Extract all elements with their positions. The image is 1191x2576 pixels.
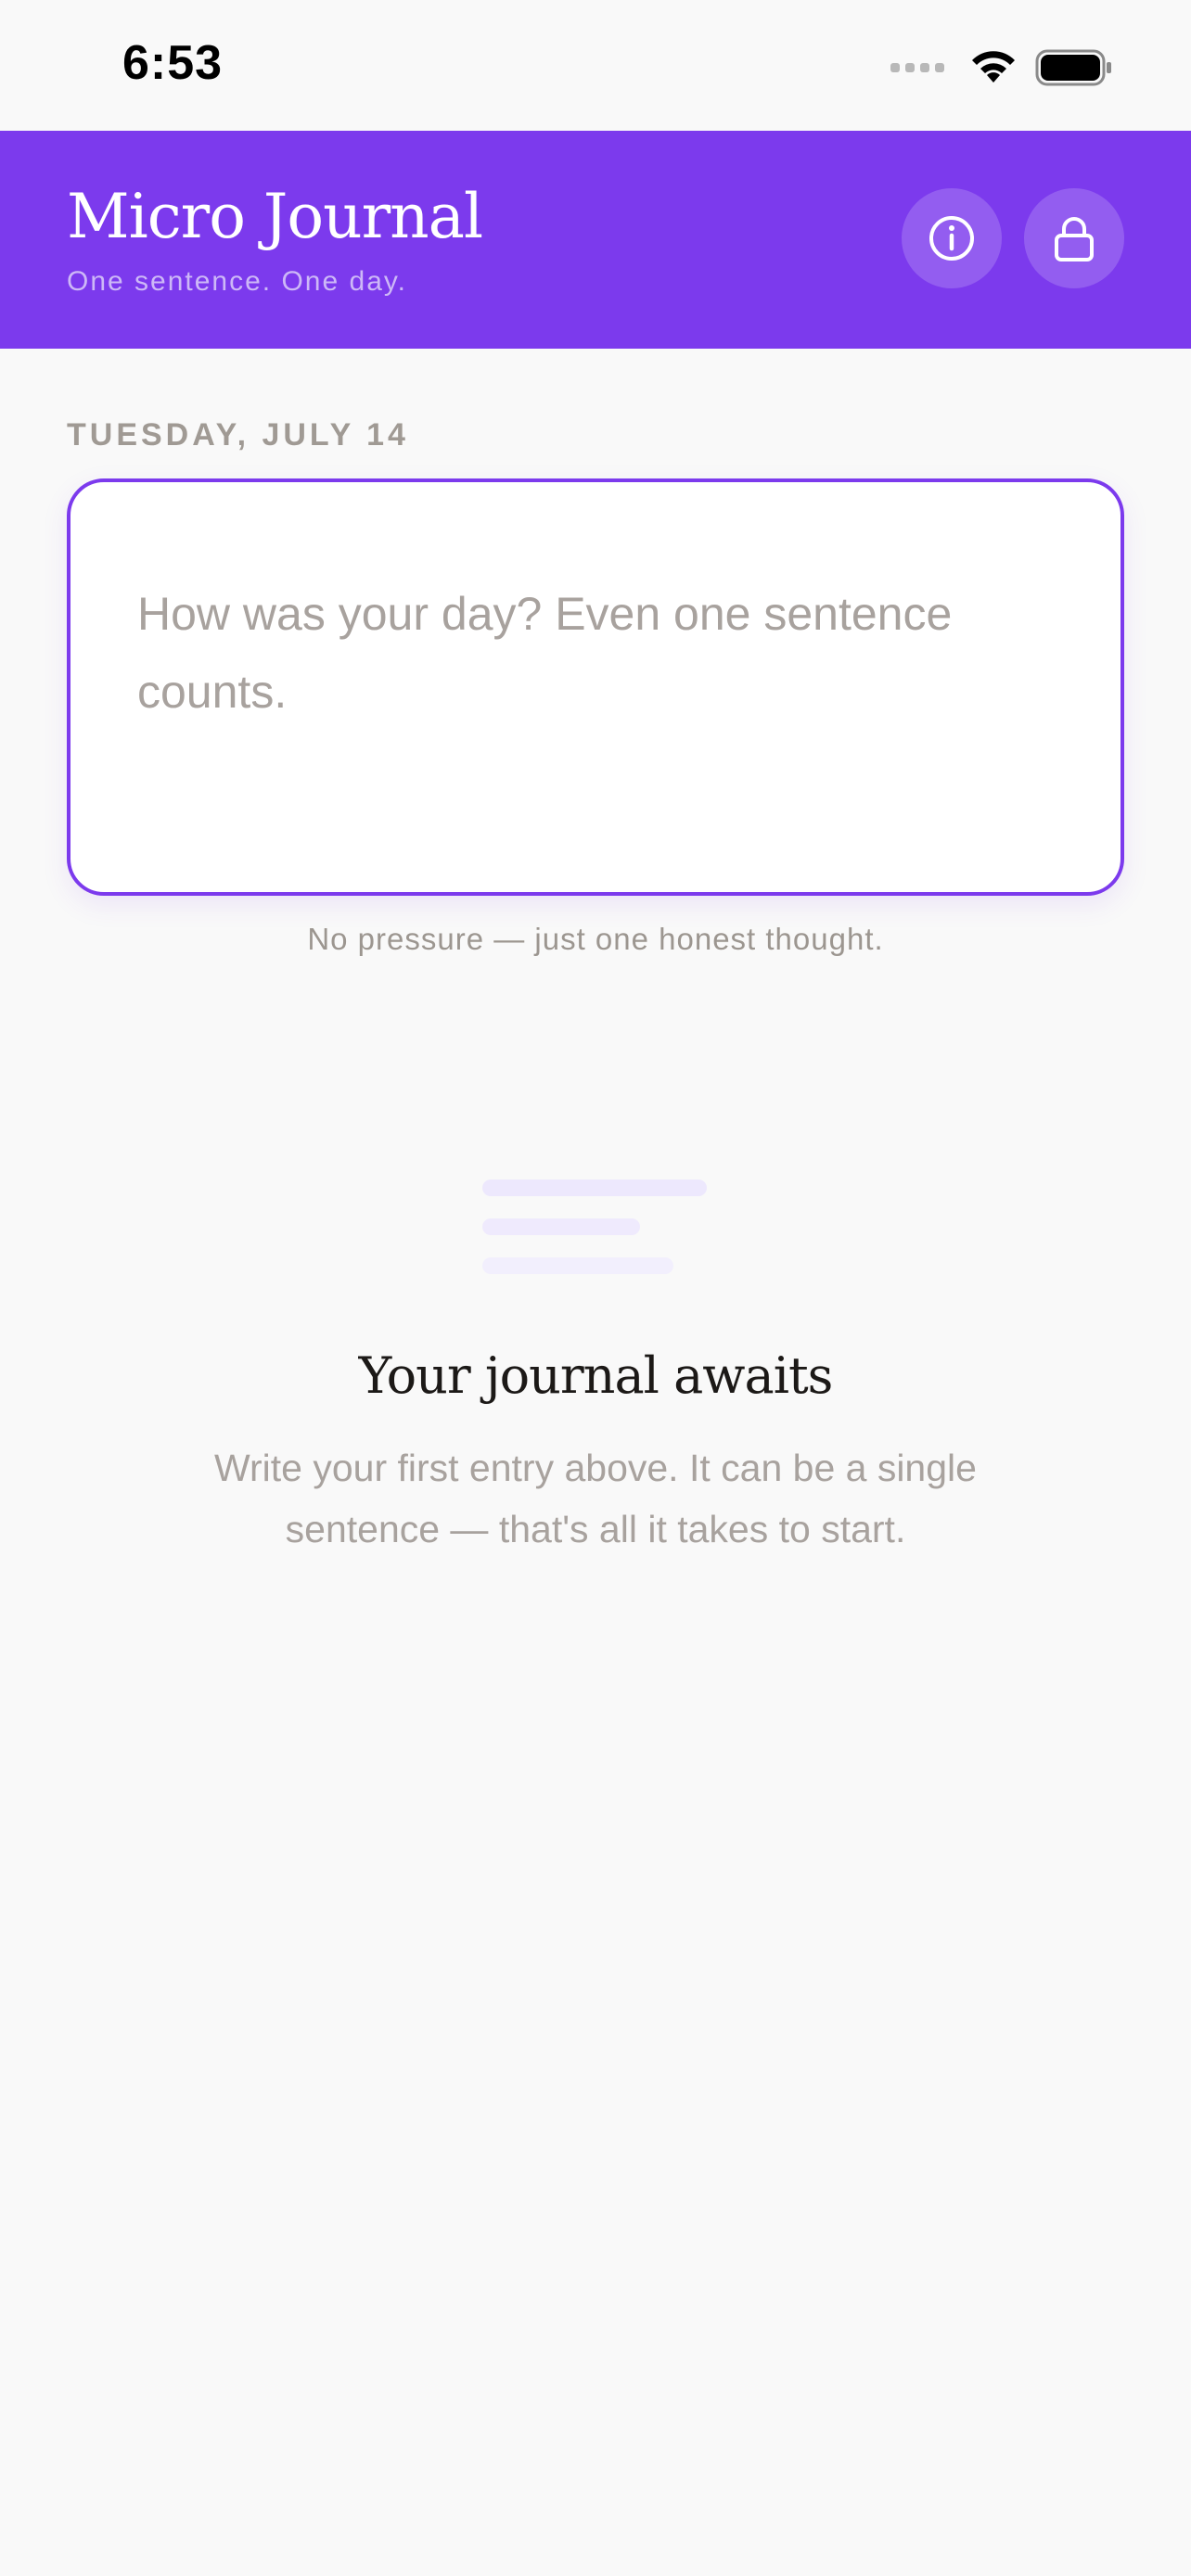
app-title: Micro Journal <box>67 181 483 252</box>
entry-hint: No pressure — just one honest thought. <box>307 922 884 956</box>
date-label: TUESDAY, JULY 14 <box>67 417 409 453</box>
empty-state-title: Your journal awaits <box>358 1346 834 1405</box>
battery-icon <box>1035 49 1111 86</box>
journal-entry-input[interactable] <box>137 575 1065 807</box>
status-indicators <box>890 45 1113 91</box>
status-bar: 6:53 <box>0 0 1191 131</box>
info-button[interactable] <box>902 188 1002 288</box>
lock-button[interactable] <box>1024 188 1124 288</box>
status-time: 6:53 <box>122 36 224 90</box>
text-lines-icon <box>482 1180 711 1278</box>
app-subtitle: One sentence. One day. <box>67 266 407 297</box>
wifi-icon <box>972 51 1015 83</box>
empty-state-body: Write your first entry above. It can be … <box>214 1447 977 1550</box>
entry-card <box>67 478 1124 896</box>
info-circle-icon <box>929 216 974 261</box>
lock-icon <box>1055 217 1094 261</box>
app-header: Micro Journal One sentence. One day. <box>0 131 1191 349</box>
cellular-signal-icon <box>890 63 944 72</box>
